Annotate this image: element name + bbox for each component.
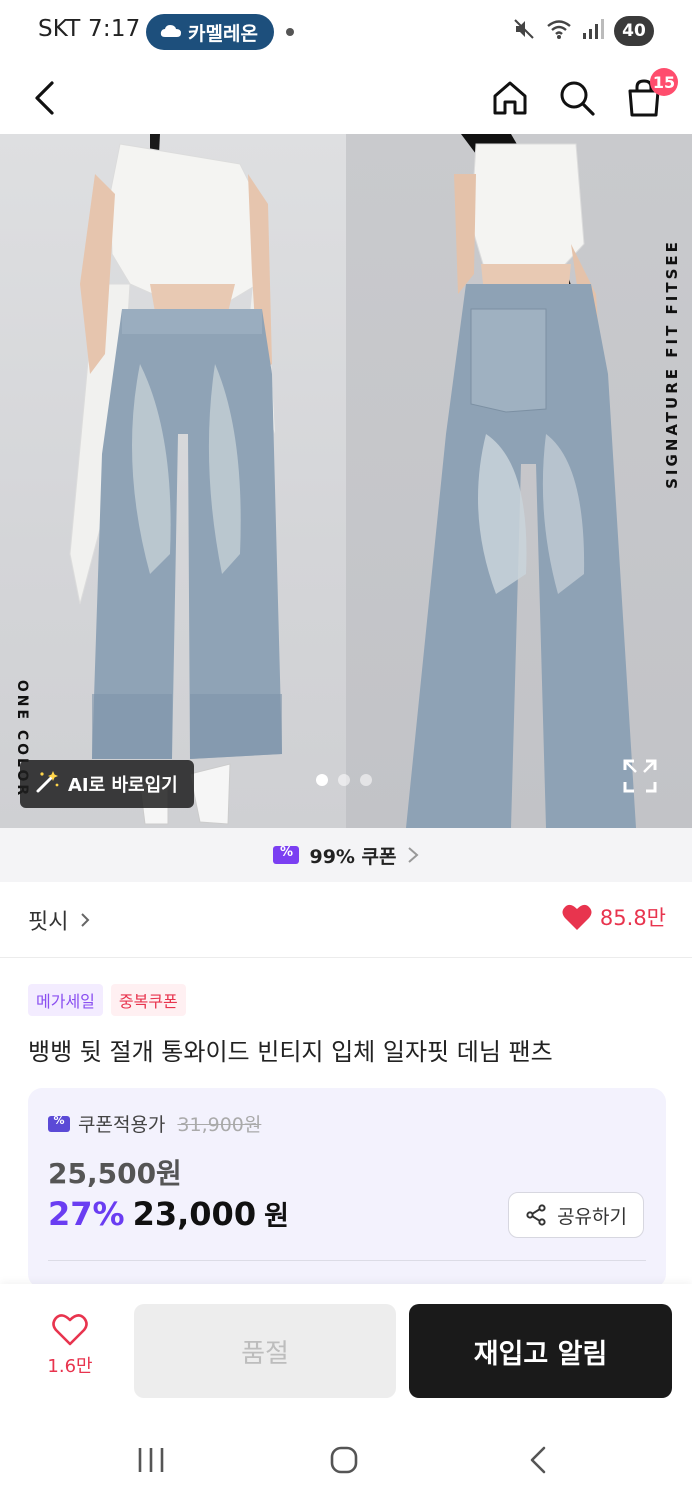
final-price-row: 27% 23,000 원 xyxy=(48,1194,289,1233)
carousel-dot[interactable] xyxy=(338,774,350,786)
coupon-price-row: 쿠폰적용가 31,900원 xyxy=(48,1110,261,1137)
coupon-icon xyxy=(273,845,300,864)
system-home-button[interactable] xyxy=(322,1442,366,1478)
top-navigation: 15 xyxy=(0,64,692,134)
ai-try-on-button[interactable]: AI로 바로입기 xyxy=(20,760,194,808)
cloud-icon xyxy=(160,21,182,43)
heart-outline-icon xyxy=(52,1314,88,1346)
status-bar: SKT 7:17 카멜레온 40 xyxy=(0,0,692,64)
expand-icon xyxy=(623,759,657,793)
signal-icon xyxy=(582,18,604,44)
price-box: 쿠폰적용가 31,900원 25,500원 27% 23,000 원 공유하기 xyxy=(28,1088,666,1288)
recent-apps-icon xyxy=(138,1448,164,1472)
brand-like-button[interactable]: 85.8만 xyxy=(562,902,666,932)
carousel-indicator xyxy=(316,774,372,786)
final-price: 23,000 xyxy=(132,1195,257,1233)
product-image-gallery[interactable]: SIGNATURE FIT FITSEE ONE COLOR AI로 바로입기 xyxy=(0,134,692,828)
vertical-brand-text: SIGNATURE FIT FITSEE xyxy=(663,239,682,489)
sold-out-button[interactable]: 품절 xyxy=(134,1304,396,1398)
brand-name: 핏시 xyxy=(28,910,69,935)
bottom-action-bar: 1.6만 품절 재입고 알림 xyxy=(0,1284,692,1416)
wishlist-button[interactable]: 1.6만 xyxy=(28,1314,112,1394)
cart-count-badge: 15 xyxy=(650,68,678,96)
promo-badges: 메가세일 중복쿠폰 xyxy=(28,984,186,1016)
wishlist-count: 1.6만 xyxy=(47,1356,93,1377)
chevron-left-icon xyxy=(530,1446,546,1474)
carousel-dot[interactable] xyxy=(360,774,372,786)
fullscreen-button[interactable] xyxy=(622,758,658,794)
coupon-banner[interactable]: 99% 쿠폰 xyxy=(0,828,692,882)
coupon-icon xyxy=(48,1114,70,1132)
app-notification-pill[interactable]: 카멜레온 xyxy=(146,14,274,50)
notification-dot xyxy=(286,28,294,36)
heart-filled-icon xyxy=(562,904,592,930)
restock-alert-button[interactable]: 재입고 알림 xyxy=(409,1304,672,1398)
pill-label: 카멜레온 xyxy=(188,22,258,45)
share-label: 공유하기 xyxy=(557,1205,627,1228)
search-icon xyxy=(560,81,595,116)
chevron-right-icon xyxy=(81,913,90,927)
coupon-applied-price: 25,500원 xyxy=(48,1157,182,1190)
divider xyxy=(48,1260,646,1261)
home-icon xyxy=(493,81,527,115)
cart-button[interactable]: 15 xyxy=(622,68,678,124)
share-icon xyxy=(526,1204,546,1226)
system-navigation-bar xyxy=(0,1416,692,1500)
brand-link[interactable]: 핏시 xyxy=(28,904,90,936)
ai-try-on-label: AI로 바로입기 xyxy=(68,775,178,796)
carousel-dot[interactable] xyxy=(316,774,328,786)
magic-wand-icon xyxy=(34,769,60,800)
brand-like-count: 85.8만 xyxy=(599,906,666,930)
battery-indicator: 40 xyxy=(614,16,654,46)
coupon-price-label: 쿠폰적용가 xyxy=(78,1114,166,1136)
duplicate-coupon-badge: 중복쿠폰 xyxy=(110,984,186,1016)
recent-apps-button[interactable] xyxy=(130,1442,172,1478)
home-circle-icon xyxy=(330,1446,358,1474)
product-detail-page: SKT 7:17 카멜레온 40 15 SIGNATURE FIT FITSEE… xyxy=(0,0,692,1500)
share-button[interactable]: 공유하기 xyxy=(508,1192,644,1238)
discount-rate: 27% xyxy=(48,1195,125,1233)
price-unit: 원 xyxy=(264,1201,289,1232)
product-photo-back xyxy=(346,134,692,828)
home-button[interactable] xyxy=(488,72,532,124)
chevron-right-icon xyxy=(407,847,419,863)
back-button[interactable] xyxy=(22,72,66,124)
carrier-time: SKT 7:17 xyxy=(38,16,141,42)
wifi-icon xyxy=(546,18,572,44)
coupon-banner-label: 99% 쿠폰 xyxy=(309,845,397,868)
mute-icon xyxy=(512,17,536,45)
mega-sale-badge: 메가세일 xyxy=(28,984,103,1016)
chevron-left-icon xyxy=(35,81,54,115)
product-title: 뱅뱅 뒷 절개 통와이드 빈티지 입체 일자핏 데님 팬츠 xyxy=(28,1038,553,1066)
search-button[interactable] xyxy=(555,72,599,124)
status-icons: 40 xyxy=(512,16,654,46)
product-photo-front xyxy=(0,134,346,828)
brand-row: 핏시 85.8만 xyxy=(0,882,692,958)
system-back-button[interactable] xyxy=(518,1442,558,1478)
original-price: 31,900원 xyxy=(177,1114,262,1136)
